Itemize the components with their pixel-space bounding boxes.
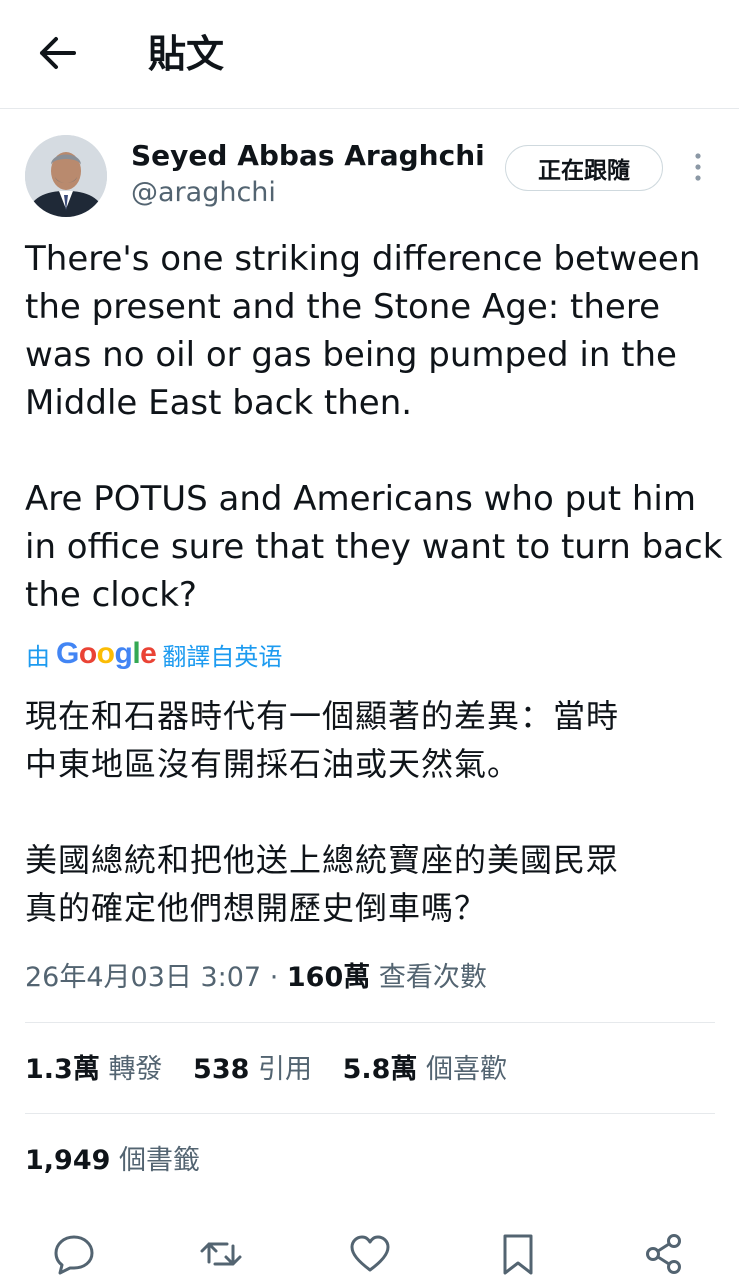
post-text-zh-paragraph-2: 美國總統和把他送上總統寶座的美國民眾 真的確定他們想開歷史倒車嗎？ bbox=[25, 841, 620, 927]
views-count: 160萬 bbox=[286, 962, 371, 993]
bookmarks-label: 個書籤 bbox=[119, 1145, 200, 1176]
following-button[interactable]: 正在跟隨 bbox=[505, 145, 663, 191]
top-bar: 貼文 bbox=[0, 0, 739, 109]
more-vertical-icon[interactable] bbox=[688, 150, 708, 184]
likes-stat[interactable]: 5.8萬 個喜歡 bbox=[343, 1054, 507, 1085]
post-text-en-paragraph-2: Are POTUS and Americans who put him in o… bbox=[25, 479, 723, 615]
translation-prefix: 由 bbox=[26, 642, 50, 671]
back-arrow-icon[interactable] bbox=[36, 34, 80, 72]
reply-icon[interactable] bbox=[52, 1232, 96, 1276]
divider bbox=[25, 1022, 715, 1023]
bookmarks-stat[interactable]: 1,949 個書籤 bbox=[25, 1141, 200, 1181]
author-handle[interactable]: @araghchi bbox=[131, 176, 276, 210]
meta-separator: · bbox=[269, 962, 279, 993]
like-icon[interactable] bbox=[348, 1232, 392, 1276]
quotes-label: 引用 bbox=[258, 1054, 312, 1085]
post-text-zh-paragraph-1: 現在和石器時代有一個顯著的差異：當時 中東地區沒有開採石油或天然氣。 bbox=[25, 697, 620, 783]
translation-link[interactable]: 由 Google 翻譯自英语 bbox=[26, 636, 282, 672]
retweets-stat[interactable]: 1.3萬 轉發 bbox=[25, 1054, 162, 1085]
divider bbox=[25, 1113, 715, 1114]
bookmarks-count: 1,949 bbox=[25, 1145, 111, 1176]
author-name[interactable]: Seyed Abbas Araghchi bbox=[131, 138, 485, 174]
retweet-icon[interactable] bbox=[199, 1232, 243, 1276]
retweets-count: 1.3萬 bbox=[25, 1054, 100, 1085]
post-text-en-paragraph-1: There's one striking difference between … bbox=[25, 239, 701, 423]
views-label: 查看次數 bbox=[378, 962, 487, 993]
translation-suffix: 翻譯自英语 bbox=[162, 642, 283, 671]
likes-count: 5.8萬 bbox=[342, 1054, 418, 1085]
page-title: 貼文 bbox=[148, 32, 225, 76]
quotes-count: 538 bbox=[193, 1054, 250, 1085]
timestamp[interactable]: 26年4月03日 3:07 bbox=[25, 962, 261, 993]
google-logo: Google bbox=[56, 637, 157, 670]
likes-label: 個喜歡 bbox=[426, 1054, 508, 1085]
retweets-label: 轉發 bbox=[108, 1054, 163, 1085]
engagement-stats: 1.3萬 轉發 538 引用 5.8萬 個喜歡 bbox=[25, 1050, 529, 1090]
quotes-stat[interactable]: 538 引用 bbox=[193, 1054, 312, 1085]
bookmark-icon[interactable] bbox=[496, 1232, 540, 1276]
avatar[interactable] bbox=[25, 135, 107, 217]
share-icon[interactable] bbox=[642, 1232, 686, 1276]
post-meta: 26年4月03日 3:07 · 160萬 查看次數 bbox=[25, 958, 487, 998]
